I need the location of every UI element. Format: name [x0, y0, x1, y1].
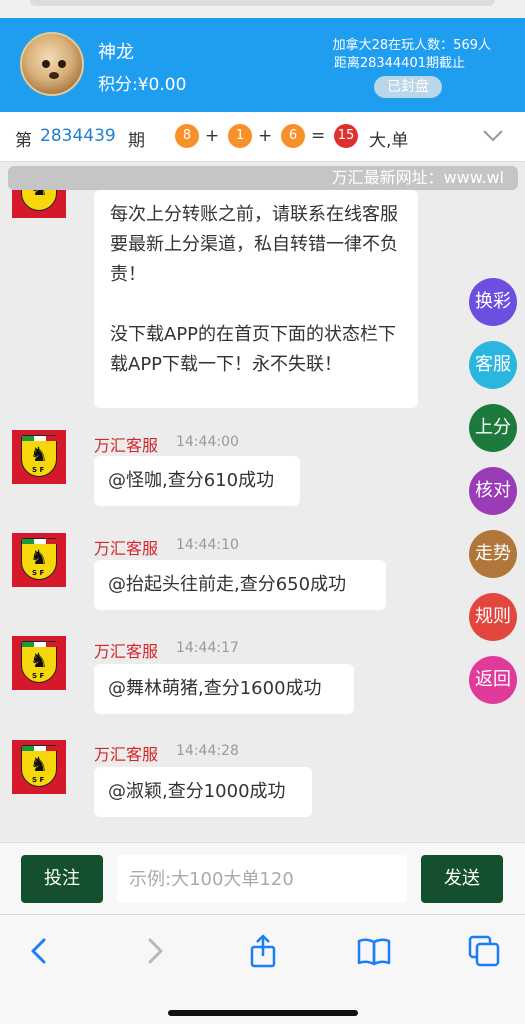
status-badge: 已封盘 [374, 76, 442, 98]
result-sum-ball: 15 [334, 124, 358, 148]
home-indicator [168, 1010, 358, 1016]
bet-button[interactable]: 投注 [21, 855, 103, 903]
message-bubble: @淑颖,查分1000成功 [94, 767, 312, 817]
avatar-eye-right [58, 60, 66, 68]
message-time: 14:44:17 [176, 640, 239, 656]
equals-sign: = [311, 126, 326, 146]
chevron-down-icon[interactable] [481, 124, 505, 148]
draw-result-bar[interactable]: 第 2834439 期 8 + 1 + 6 = 15 大,单 [0, 112, 525, 162]
back-button[interactable]: 返回 [469, 656, 517, 704]
forward-icon[interactable] [136, 933, 172, 969]
avatar-nose [49, 72, 59, 79]
share-icon[interactable] [245, 933, 281, 969]
result-type: 大,单 [369, 131, 409, 151]
period-prefix: 第 [15, 131, 32, 151]
message-bubble: @舞林萌猪,查分1600成功 [94, 664, 354, 714]
url-bar-edge [30, 0, 495, 6]
browser-toolbar [0, 914, 525, 1024]
message-time: 14:44:00 [176, 434, 239, 450]
rules-button[interactable]: 规则 [469, 593, 517, 641]
bookmarks-icon[interactable] [356, 933, 392, 969]
period-deadline: 距离28344401期截止 [333, 56, 465, 71]
agent-avatar: ♞ S F [12, 636, 66, 690]
avatar-eye-left [42, 60, 50, 68]
switch-lottery-button[interactable]: 换彩 [469, 278, 517, 326]
verify-button[interactable]: 核对 [469, 467, 517, 515]
avatar[interactable] [20, 32, 84, 96]
tabs-icon[interactable] [466, 933, 502, 969]
message-sender: 万汇客服 [94, 642, 159, 661]
announcement-marquee: 万汇最新网址：www.wl [8, 166, 518, 190]
result-ball-2: 1 [228, 124, 252, 148]
back-icon[interactable] [22, 933, 58, 969]
message-sender: 万汇客服 [94, 745, 159, 764]
header: 神龙 积分:¥0.00 加拿大28在玩人数：569人 距离28344401期截止… [0, 18, 525, 112]
notice-bubble: 每次上分转账之前，请联系在线客服要最新上分渠道，私自转错一律不负责！ 没下载AP… [94, 190, 418, 408]
user-name: 神龙 [98, 42, 134, 63]
result-ball-3: 6 [281, 124, 305, 148]
period-number: 2834439 [40, 126, 116, 146]
plus-sign-1: + [205, 126, 220, 146]
user-score: 积分:¥0.00 [98, 75, 187, 95]
trend-button[interactable]: 走势 [469, 530, 517, 578]
message-time: 14:44:10 [176, 537, 239, 553]
message-sender: 万汇客服 [94, 436, 159, 455]
message-bubble: @抬起头往前走,查分650成功 [94, 560, 386, 610]
period-suffix: 期 [128, 131, 145, 151]
chat-area[interactable]: ♞ 每次上分转账之前，请联系在线客服要最新上分渠道，私自转错一律不负责！ 没下载… [0, 190, 525, 842]
customer-service-button[interactable]: 客服 [469, 341, 517, 389]
send-button[interactable]: 发送 [421, 855, 503, 903]
plus-sign-2: + [258, 126, 273, 146]
message-time: 14:44:28 [176, 743, 239, 759]
input-bar: 投注 发送 [0, 842, 525, 914]
message-bubble: @怪咖,查分610成功 [94, 456, 300, 506]
agent-avatar: ♞ S F [12, 740, 66, 794]
deposit-button[interactable]: 上分 [469, 404, 517, 452]
browser-top-strip [0, 0, 525, 18]
message-sender: 万汇客服 [94, 539, 159, 558]
message-input[interactable] [117, 855, 407, 903]
players-online: 加拿大28在玩人数：569人 [332, 38, 491, 53]
agent-avatar: ♞ S F [12, 533, 66, 587]
agent-avatar: ♞ S F [12, 430, 66, 484]
result-ball-1: 8 [175, 124, 199, 148]
agent-avatar: ♞ [12, 190, 66, 218]
